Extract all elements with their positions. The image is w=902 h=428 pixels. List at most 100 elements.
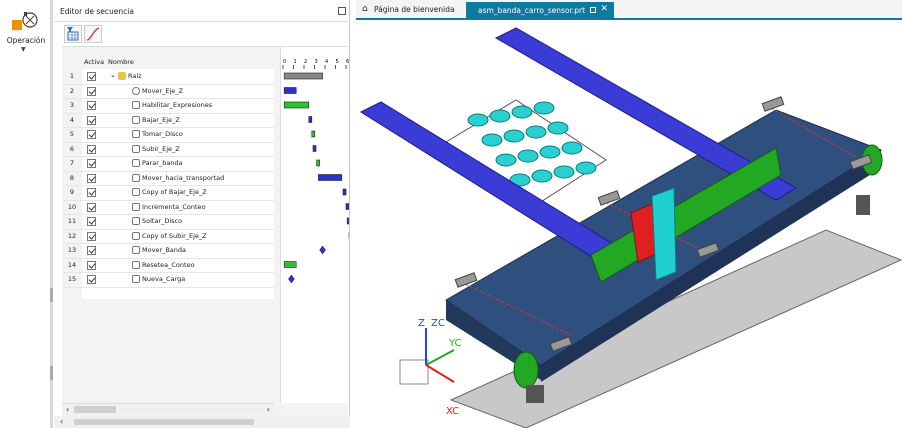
gantt-tick-label: 6 (346, 59, 349, 65)
active-checkbox[interactable] (87, 86, 96, 96)
row-name[interactable]: Soltar_Disco (142, 217, 182, 225)
column-header-name[interactable]: Nombre (108, 47, 134, 69)
disk[interactable] (511, 105, 533, 119)
gantt-bar[interactable] (345, 203, 350, 210)
active-checkbox[interactable] (87, 101, 96, 110)
gantt-chart: 0 1 2 3 4 5 6 (280, 47, 353, 403)
link-icon (132, 217, 140, 225)
link-icon (132, 115, 140, 124)
disk[interactable] (561, 141, 583, 155)
gantt-bar[interactable] (283, 261, 297, 268)
panel-horizontal-scrollbar[interactable]: ‹ (54, 416, 350, 428)
gantt-milestone[interactable] (319, 245, 326, 255)
gantt-bar[interactable] (346, 217, 351, 225)
disk[interactable] (495, 153, 517, 167)
panel-divider[interactable] (50, 0, 53, 428)
active-checkbox[interactable] (87, 130, 96, 139)
filter-table-button[interactable] (64, 25, 82, 43)
assembly-3d-scene[interactable]: Z ZC YC XC (356, 20, 902, 428)
gantt-bar[interactable] (308, 116, 313, 123)
active-checkbox[interactable] (87, 260, 96, 270)
operation-icon[interactable] (10, 10, 40, 34)
active-checkbox[interactable] (87, 115, 96, 125)
disk[interactable] (503, 129, 525, 143)
scroll-thumb[interactable] (74, 419, 254, 425)
gantt-bar[interactable] (318, 174, 343, 181)
row-name[interactable]: Subir_Eje_Z (142, 145, 180, 153)
row-number: 13 (67, 246, 77, 254)
row-number: 9 (69, 188, 75, 196)
disk[interactable] (539, 145, 561, 159)
active-checkbox[interactable] (87, 173, 96, 183)
disk[interactable] (525, 125, 547, 139)
row-name[interactable]: Mover_Eje_Z (142, 87, 183, 95)
scroll-right-icon[interactable]: › (267, 405, 270, 414)
row-name[interactable]: Copy of Bajar_Eje_Z (142, 188, 207, 196)
triad-yc-label: YC (448, 338, 462, 349)
disk[interactable] (489, 109, 511, 123)
active-checkbox[interactable] (87, 72, 96, 81)
expand-chevron-icon[interactable]: ⌄ (110, 71, 118, 79)
scroll-thumb[interactable] (74, 406, 116, 413)
divider-grip[interactable] (50, 288, 53, 302)
gantt-milestone[interactable] (288, 274, 295, 284)
disk[interactable] (467, 113, 489, 127)
curve-view-button[interactable] (84, 25, 102, 43)
row-name[interactable]: Copy of Subir_Eje_Z (142, 232, 207, 240)
operation-label[interactable]: Operación (4, 36, 48, 45)
active-checkbox[interactable] (87, 202, 96, 212)
disk[interactable] (575, 161, 597, 175)
table-filter-icon (67, 27, 79, 41)
table-horizontal-scrollbar[interactable]: ‹ › (62, 403, 274, 415)
gantt-bar[interactable] (283, 87, 297, 94)
link-icon (132, 130, 140, 138)
disk[interactable] (533, 101, 555, 115)
gantt-bar[interactable] (312, 145, 317, 152)
scroll-left-icon[interactable]: ‹ (66, 405, 69, 414)
active-checkbox[interactable] (87, 275, 96, 284)
scroll-left-icon[interactable]: ‹ (60, 417, 63, 426)
active-checkbox[interactable] (87, 246, 96, 255)
row-separator (62, 272, 274, 273)
row-name[interactable]: Mover_hacia_transportad (142, 174, 224, 182)
row-name[interactable]: Raíz (128, 72, 142, 80)
operation-dropdown-icon[interactable]: ▼ (21, 46, 26, 53)
row-number: 7 (69, 159, 75, 167)
active-checkbox[interactable] (87, 159, 96, 168)
gantt-bar[interactable] (283, 101, 310, 109)
row-name[interactable]: Resetea_Conteo (142, 261, 195, 269)
row-name[interactable]: Nueva_Carga (142, 275, 185, 283)
active-checkbox[interactable] (87, 217, 96, 226)
maximize-icon[interactable] (338, 7, 346, 15)
row-name[interactable]: Incrementa_Conteo (142, 203, 206, 211)
disk[interactable] (481, 133, 503, 147)
row-name[interactable]: Habilitar_Expresiones (142, 101, 212, 109)
pin-icon[interactable] (590, 7, 596, 13)
tab-welcome-page[interactable]: ⌂ Página de bienvenida (360, 3, 459, 18)
row-name[interactable]: Bajar_Eje_Z (142, 116, 180, 124)
gantt-bar[interactable] (311, 130, 316, 138)
row-number: 3 (69, 101, 75, 109)
close-icon[interactable]: ✕ (600, 4, 608, 14)
gantt-bar[interactable] (316, 159, 320, 167)
disk[interactable] (517, 149, 539, 163)
active-checkbox[interactable] (87, 188, 96, 197)
active-checkbox[interactable] (87, 231, 96, 241)
disk[interactable] (553, 165, 575, 179)
row-name[interactable]: Parar_banda (142, 159, 183, 167)
sensor-post[interactable] (651, 187, 677, 281)
row-name[interactable]: Tomar_Disco (142, 130, 183, 138)
graphics-viewport[interactable]: Z ZC YC XC (356, 20, 902, 428)
tab-part-label: asm_banda_carro_sensor.prt (478, 6, 586, 15)
tab-part-file[interactable]: asm_banda_carro_sensor.prt ✕ (466, 2, 614, 20)
row-name[interactable]: Mover_Banda (142, 246, 186, 254)
disk[interactable] (531, 169, 553, 183)
gantt-bar[interactable] (283, 72, 323, 80)
timer-icon (132, 86, 140, 95)
sequence-editor-header: Editor de secuencia (54, 0, 350, 22)
active-checkbox[interactable] (87, 144, 96, 154)
gantt-bar[interactable] (342, 188, 347, 196)
divider-grip[interactable] (50, 366, 53, 380)
disk[interactable] (547, 121, 569, 135)
column-header-active[interactable]: Activa (84, 47, 104, 69)
